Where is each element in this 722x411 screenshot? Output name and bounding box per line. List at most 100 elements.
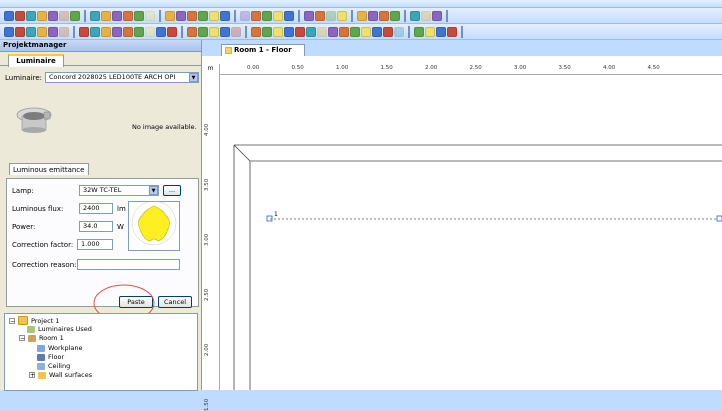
toolbar-button-icon[interactable] xyxy=(187,10,197,21)
tab-floor-plan[interactable]: Room 1 - Floor plan xyxy=(221,44,305,65)
toolbar-button-icon[interactable] xyxy=(209,10,219,21)
tree-item-luminaires-used[interactable]: Luminaires Used xyxy=(27,325,92,333)
toolbar-button-icon[interactable] xyxy=(187,26,197,37)
toolbar-button-icon[interactable] xyxy=(414,26,424,37)
toolbar-button-icon[interactable] xyxy=(390,10,400,21)
toolbar-button-icon[interactable] xyxy=(4,10,14,21)
ceiling-icon xyxy=(37,362,45,370)
correction-reason-input[interactable] xyxy=(77,259,180,270)
toolbar-button-icon[interactable] xyxy=(134,26,144,37)
collapse-icon[interactable]: − xyxy=(9,317,15,324)
toolbar-button-icon[interactable] xyxy=(26,10,36,21)
toolbar-button-icon[interactable] xyxy=(90,26,100,37)
toolbar-button-icon[interactable] xyxy=(101,26,111,37)
toolbar-button-icon[interactable] xyxy=(328,26,338,37)
toolbar-button-icon[interactable] xyxy=(273,10,283,21)
toolbar-button-icon[interactable] xyxy=(59,26,69,37)
lamp-select[interactable]: 32W TC-TEL ▼ xyxy=(79,185,159,196)
toolbar-button-icon[interactable] xyxy=(15,26,25,37)
toolbar-button-icon[interactable] xyxy=(361,26,371,37)
toolbar-button-icon[interactable] xyxy=(123,10,133,21)
toolbar-button-icon[interactable] xyxy=(176,10,186,21)
toolbar-button-icon[interactable] xyxy=(15,10,25,21)
toolbar-button-icon[interactable] xyxy=(251,26,261,37)
toolbar-button-icon[interactable] xyxy=(350,26,360,37)
power-input[interactable]: 34.0 xyxy=(79,221,113,232)
toolbar-button-icon[interactable] xyxy=(315,10,325,21)
toolbar-button-icon[interactable] xyxy=(101,10,111,21)
toolbar-button-icon[interactable] xyxy=(368,10,378,21)
toolbar-button-icon[interactable] xyxy=(156,26,166,37)
toolbar-button-icon[interactable] xyxy=(70,10,80,21)
toolbar-button-icon[interactable] xyxy=(295,26,305,37)
workplane-icon xyxy=(37,344,45,352)
toolbar-button-icon[interactable] xyxy=(145,10,155,21)
toolbar-button-icon[interactable] xyxy=(79,26,89,37)
flux-input[interactable]: 2400 xyxy=(79,203,113,214)
floor-plan-canvas[interactable]: 0.00 0.50 1.00 1.50 2.00 2.50 3.00 3.50 4.00 4.50… xyxy=(202,56,722,411)
toolbar-button-icon[interactable] xyxy=(262,10,272,21)
collapse-icon[interactable]: − xyxy=(19,335,25,342)
toolbar-button-icon[interactable] xyxy=(337,10,347,21)
toolbar-button-icon[interactable] xyxy=(317,26,327,37)
toolbar-button-icon[interactable] xyxy=(251,10,261,21)
toolbar-button-icon[interactable] xyxy=(339,26,349,37)
toolbar-button-icon[interactable] xyxy=(304,10,314,21)
toolbar-button-icon[interactable] xyxy=(145,26,155,37)
tree-item-room[interactable]: − Room 1 xyxy=(19,334,64,342)
tree-item-ceiling[interactable]: Ceiling xyxy=(37,362,70,370)
toolbar-button-icon[interactable] xyxy=(432,10,442,21)
toolbar-button-icon[interactable] xyxy=(425,26,435,37)
toolbar-button-icon[interactable] xyxy=(220,10,230,21)
toolbar-button-icon[interactable] xyxy=(48,10,58,21)
toolbar-button-icon[interactable] xyxy=(220,26,230,37)
toolbar-button-icon[interactable] xyxy=(284,10,294,21)
toolbar-button-icon[interactable] xyxy=(59,10,69,21)
tab-luminous-emittance[interactable]: Luminous emittance 1 xyxy=(9,163,89,186)
lamp-browse-button[interactable]: ... xyxy=(163,185,181,196)
toolbar-button-icon[interactable] xyxy=(37,26,47,37)
toolbar-button-icon[interactable] xyxy=(90,10,100,21)
chevron-down-icon[interactable]: ▼ xyxy=(189,73,198,82)
toolbar-button-icon[interactable] xyxy=(26,26,36,37)
tree-item-workplane[interactable]: Workplane xyxy=(37,344,83,352)
toolbar-button-icon[interactable] xyxy=(134,10,144,21)
tab-luminaire[interactable]: Luminaire xyxy=(8,54,64,67)
toolbar-button-icon[interactable] xyxy=(357,10,367,21)
toolbar-button-icon[interactable] xyxy=(37,10,47,21)
correction-factor-input[interactable]: 1.000 xyxy=(77,239,113,250)
toolbar-button-icon[interactable] xyxy=(167,26,177,37)
cancel-button[interactable]: Cancel xyxy=(158,296,192,308)
toolbar-button-icon[interactable] xyxy=(4,26,14,37)
luminaire-select[interactable]: Concord 2028025 LED100TE ARCH OPI ▼ xyxy=(45,72,199,83)
chevron-down-icon[interactable]: ▼ xyxy=(149,186,158,195)
toolbar-button-icon[interactable] xyxy=(112,10,122,21)
toolbar-button-icon[interactable] xyxy=(48,26,58,37)
toolbar-button-icon[interactable] xyxy=(198,10,208,21)
toolbar-separator xyxy=(84,9,86,22)
toolbar-button-icon[interactable] xyxy=(165,10,175,21)
toolbar-button-icon[interactable] xyxy=(379,10,389,21)
toolbar-button-icon[interactable] xyxy=(306,26,316,37)
toolbar-button-icon[interactable] xyxy=(410,10,420,21)
toolbar-button-icon[interactable] xyxy=(284,26,294,37)
tree-item-floor[interactable]: Floor xyxy=(37,353,64,361)
toolbar-button-icon[interactable] xyxy=(326,10,336,21)
toolbar-button-icon[interactable] xyxy=(436,26,446,37)
toolbar-button-icon[interactable] xyxy=(198,26,208,37)
toolbar-button-icon[interactable] xyxy=(123,26,133,37)
expand-icon[interactable]: + xyxy=(29,372,35,379)
toolbar-button-icon[interactable] xyxy=(273,26,283,37)
toolbar-button-icon[interactable] xyxy=(231,26,241,37)
toolbar-button-icon[interactable] xyxy=(421,10,431,21)
toolbar-button-icon[interactable] xyxy=(209,26,219,37)
toolbar-button-icon[interactable] xyxy=(372,26,382,37)
toolbar-button-icon[interactable] xyxy=(383,26,393,37)
toolbar-button-icon[interactable] xyxy=(394,26,404,37)
tree-item-project[interactable]: − Project 1 xyxy=(9,316,59,325)
toolbar-button-icon[interactable] xyxy=(240,10,250,21)
tree-item-wall-surfaces[interactable]: + Wall surfaces xyxy=(29,371,92,379)
toolbar-button-icon[interactable] xyxy=(447,26,457,37)
toolbar-button-icon[interactable] xyxy=(262,26,272,37)
toolbar-button-icon[interactable] xyxy=(112,26,122,37)
